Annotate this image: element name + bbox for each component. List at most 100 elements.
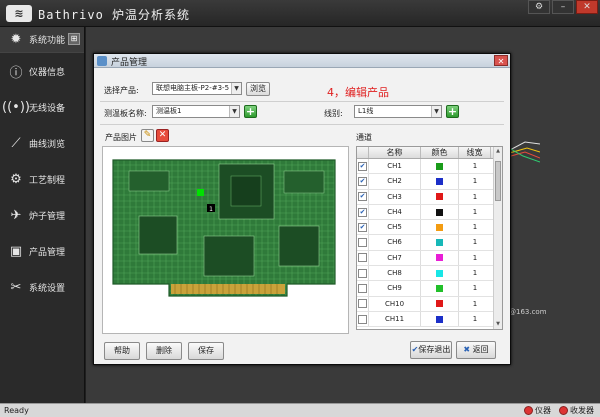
background-email-text: @163.com [509, 308, 547, 316]
channel-color-cell[interactable] [421, 281, 459, 296]
add-board-button[interactable]: + [244, 105, 257, 118]
add-line-button[interactable]: + [446, 105, 459, 118]
back-button[interactable]: ✖ 返回 [456, 341, 496, 359]
oven-icon: ✈ [10, 207, 22, 223]
table-row[interactable]: CH11 1 [357, 311, 502, 328]
save-exit-label: 保存退出 [418, 345, 451, 354]
sidebar-item-label: 产品管理 [29, 247, 66, 258]
tools-icon: ✂ [10, 279, 22, 295]
color-swatch [436, 193, 443, 201]
channel-checkbox[interactable] [358, 268, 367, 278]
color-swatch [436, 177, 443, 185]
channels-table: 名称 颜色 线宽 ✔ CH1 1 ✔ CH2 1 ✔ CH3 1 ✔ CH4 1 ✔ CH5 1 CH6 1 CH… [356, 146, 503, 330]
table-row[interactable]: ✔ CH5 1 [357, 220, 502, 236]
instrument-status-icon [524, 406, 533, 415]
channel-width: 1 [472, 207, 478, 216]
table-row[interactable]: CH6 1 [357, 235, 502, 251]
scroll-thumb[interactable] [495, 161, 501, 201]
dialog-icon [97, 56, 107, 66]
row-checkbox-cell: ✔ [357, 204, 369, 220]
browse-button[interactable]: 浏览 [246, 82, 270, 96]
sidebar-item-product[interactable]: ▣ 产品管理 [0, 233, 84, 269]
app-window: ≋ Bathrivo 炉温分析系统 ⚙ – ✕ ✹ 系统功能 ⊞ ⓘ 仪器信息 … [0, 0, 600, 417]
row-checkbox-cell [357, 235, 369, 250]
save-button[interactable]: 保存 [188, 342, 224, 360]
row-checkbox-cell: ✔ [357, 174, 369, 189]
sidebar-item-system[interactable]: ✹ 系统功能 ⊞ [0, 27, 84, 53]
table-row[interactable]: CH8 1 [357, 266, 502, 282]
sensor-marker-green[interactable] [197, 189, 204, 196]
channel-color-cell[interactable] [421, 235, 459, 250]
settings-window-button[interactable]: ⚙ [528, 0, 550, 14]
product-image-panel: 1 [102, 146, 349, 334]
channel-checkbox[interactable]: ✔ [358, 192, 367, 202]
channel-checkbox[interactable]: ✔ [358, 161, 367, 171]
edit-image-icon[interactable]: ✎ [141, 129, 154, 142]
board-name-dropdown[interactable]: 测温板1 ▼ [152, 105, 240, 118]
channel-color-cell[interactable] [421, 296, 459, 311]
table-row[interactable]: ✔ CH2 1 [357, 174, 502, 190]
table-scrollbar[interactable]: ▲ ▼ [493, 147, 502, 329]
channel-width: 1 [472, 162, 478, 170]
channel-name: CH10 [369, 296, 421, 311]
chart-icon: ⟋ [11, 135, 21, 151]
dialog-close-button[interactable]: ✕ [494, 55, 508, 66]
sidebar-item-curves[interactable]: ⟋ 曲线浏览 [0, 125, 84, 161]
sidebar-item-label: 仪器信息 [29, 67, 66, 78]
table-row[interactable]: ✔ CH1 1 [357, 159, 502, 175]
row-checkbox-cell [357, 266, 369, 281]
table-body: ✔ CH1 1 ✔ CH2 1 ✔ CH3 1 ✔ CH4 1 ✔ CH5 1 CH6 1 CH7 1 CH8 1 CH9… [357, 159, 502, 328]
channel-checkbox[interactable] [358, 299, 367, 309]
sidebar-item-instrument[interactable]: ⓘ 仪器信息 [0, 53, 84, 89]
line-value: L1线 [358, 107, 374, 115]
info-icon: ⓘ [9, 65, 23, 81]
channel-width: 1 [472, 177, 478, 186]
table-row[interactable]: CH7 1 [357, 250, 502, 267]
channel-width: 1 [472, 314, 478, 323]
save-exit-button[interactable]: ✔保存退出 [410, 341, 452, 359]
delete-image-icon[interactable]: ✕ [156, 129, 169, 142]
table-row[interactable]: ✔ CH3 1 [357, 189, 502, 205]
table-row[interactable]: CH10 1 [357, 296, 502, 312]
close-button[interactable]: ✕ [576, 0, 598, 14]
channel-color-cell[interactable] [421, 311, 459, 327]
line-dropdown[interactable]: L1线 ▼ [354, 105, 442, 118]
channel-name: CH6 [369, 235, 421, 250]
channel-checkbox[interactable] [358, 314, 367, 324]
channel-checkbox[interactable]: ✔ [358, 222, 367, 232]
annotation-text: 4，编辑产品 [327, 86, 389, 99]
scroll-up-icon[interactable]: ▲ [494, 147, 502, 156]
color-swatch [436, 285, 443, 293]
row-checkbox-cell: ✔ [357, 159, 369, 174]
transmitter-status-icon [559, 406, 568, 415]
sidebar-item-settings[interactable]: ✂ 系统设置 [0, 269, 84, 305]
scroll-down-icon[interactable]: ▼ [494, 320, 502, 329]
sidebar-item-oven[interactable]: ✈ 炉子管理 [0, 197, 84, 233]
help-button[interactable]: 帮助 [104, 342, 140, 360]
table-row[interactable]: ✔ CH4 1 [357, 204, 502, 221]
minimize-button[interactable]: – [552, 0, 574, 14]
channel-color-cell[interactable] [421, 159, 459, 174]
channel-checkbox[interactable]: ✔ [358, 207, 367, 217]
delete-button[interactable]: 删除 [146, 342, 182, 360]
channel-width: 1 [472, 253, 478, 262]
channel-color-cell[interactable] [421, 250, 459, 266]
channel-color-cell[interactable] [421, 174, 459, 189]
select-product-dropdown[interactable]: 联想电脑主板-P2-#3-5 ▼ [152, 82, 242, 95]
channel-color-cell[interactable] [421, 266, 459, 281]
channel-color-cell[interactable] [421, 220, 459, 235]
table-row[interactable]: CH9 1 [357, 281, 502, 297]
sidebar-item-wireless[interactable]: ((•)) 无线设备 [0, 89, 84, 125]
channel-checkbox[interactable] [358, 284, 367, 294]
sidebar-item-process[interactable]: ⚙ 工艺制程 [0, 161, 84, 197]
channel-checkbox[interactable] [358, 238, 367, 248]
row-checkbox-cell [357, 296, 369, 311]
pin-icon[interactable]: ⊞ [68, 33, 80, 45]
channel-color-cell[interactable] [421, 189, 459, 204]
channel-width: 1 [472, 299, 478, 308]
select-product-label: 选择产品: [104, 86, 139, 95]
channel-checkbox[interactable]: ✔ [358, 176, 367, 186]
chevron-down-icon: ▼ [229, 106, 239, 117]
channel-color-cell[interactable] [421, 204, 459, 220]
channel-checkbox[interactable] [358, 253, 367, 263]
